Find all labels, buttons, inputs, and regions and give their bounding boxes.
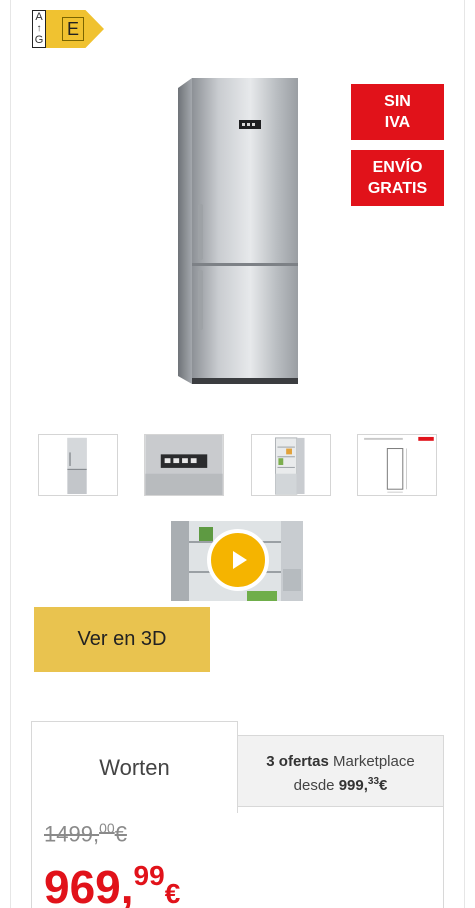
current-price-int: 969 [44, 861, 121, 908]
current-price: 969,99€ [44, 846, 180, 908]
old-price: 1499,00€ [44, 820, 127, 847]
play-icon [233, 551, 247, 569]
view-3d-button[interactable]: Ver en 3D [34, 607, 210, 672]
free-shipping-badge: ENVÍO GRATIS [351, 150, 444, 206]
no-vat-badge-line-1: SIN [384, 93, 411, 110]
page-border-left [10, 0, 11, 908]
thumbnail-front[interactable] [38, 434, 118, 496]
energy-scale-top: A [35, 11, 43, 23]
energy-scale: A ↑ G [32, 10, 46, 48]
marketplace-price-currency: € [379, 777, 388, 794]
marketplace-price-prefix: desde [293, 777, 335, 794]
arrow-up-icon: ↑ [36, 23, 42, 34]
tab-worten[interactable]: Worten [31, 721, 238, 813]
current-price-dec: 99 [133, 860, 165, 891]
no-vat-badge: SIN IVA [351, 84, 444, 140]
product-main-image[interactable] [160, 70, 310, 392]
old-price-dec: 00 [99, 820, 115, 836]
thumbnail-dimensions[interactable] [357, 434, 437, 496]
energy-class-letter: E [62, 17, 85, 41]
marketplace-price-line: desde 999,33€ [293, 776, 388, 794]
energy-class-arrow: E [46, 10, 104, 48]
current-price-currency: € [164, 878, 181, 908]
tab-marketplace[interactable]: 3 ofertas Marketplace desde 999,33€ [237, 735, 444, 807]
old-price-int: 1499 [44, 821, 93, 847]
no-vat-badge-line-2: IVA [384, 114, 411, 131]
marketplace-offers-line: 3 ofertas Marketplace [238, 752, 443, 772]
thumbnail-display[interactable] [144, 434, 224, 496]
old-price-currency: € [114, 821, 127, 847]
page-border-right [464, 0, 465, 908]
marketplace-label: Marketplace [333, 753, 415, 770]
product-video-thumbnail[interactable] [171, 521, 303, 601]
thumbnail-open[interactable] [251, 434, 331, 496]
energy-scale-bottom: G [34, 34, 44, 46]
marketplace-offer-count: 3 ofertas [266, 753, 329, 770]
free-shipping-badge-line-2: GRATIS [367, 180, 428, 197]
marketplace-price-int: 999 [338, 777, 364, 794]
free-shipping-badge-line-1: ENVÍO [372, 159, 423, 176]
marketplace-price-dec: 33 [367, 776, 380, 787]
energy-label[interactable]: A ↑ G E [32, 10, 104, 48]
play-button[interactable] [207, 529, 269, 591]
